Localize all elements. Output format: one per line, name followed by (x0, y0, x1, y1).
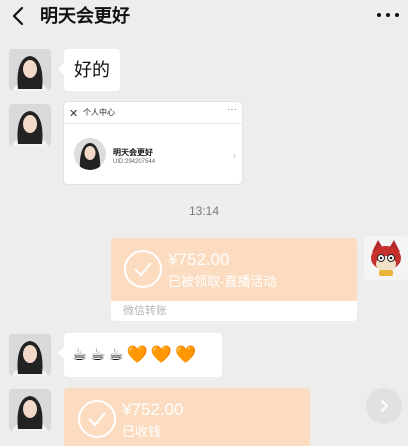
coffee-emoji: ☕ (72, 345, 89, 364)
check-circle-icon (124, 250, 162, 288)
chevron-left-icon (12, 6, 24, 26)
back-button[interactable] (8, 5, 30, 27)
transfer-amount: ¥752.00 (168, 250, 230, 269)
transfer-card[interactable]: ¥752.00 已被领取-直播活动 微信转账 (111, 238, 357, 321)
transfer-footer: 微信转账 (111, 301, 357, 321)
transfer-card[interactable]: ¥752.00 已收钱 (64, 388, 310, 446)
transfer-status: 已收钱 (122, 424, 162, 439)
chevron-right-icon (381, 400, 389, 412)
more-icon: ··· (227, 105, 237, 114)
more-options-button[interactable] (374, 4, 402, 26)
card-avatar (74, 138, 106, 170)
timestamp: 13:14 (188, 204, 220, 218)
close-icon: ✕ (69, 108, 79, 120)
heart-emoji: 🧡 (150, 345, 174, 364)
chat-title: 明天会更好 (40, 6, 130, 26)
avatar[interactable] (9, 49, 51, 91)
avatar[interactable] (9, 104, 51, 146)
card-name: 明天会更好 (113, 148, 153, 157)
coffee-emoji: ☕ (108, 345, 125, 364)
card-titlebar: ✕ 个人中心 ··· (64, 102, 242, 124)
card-uid: UID:294207544 (113, 159, 156, 165)
avatar[interactable] (9, 389, 51, 431)
transfer-amount: ¥752.00 (122, 400, 184, 419)
coffee-emoji: ☕ (90, 345, 107, 364)
chat-header: 明天会更好 (0, 0, 408, 33)
card-title: 个人中心 (83, 108, 115, 117)
chevron-right-icon: › (233, 150, 236, 160)
heart-emoji: 🧡 (126, 345, 149, 364)
forward-button[interactable] (366, 388, 402, 424)
heart-emoji: 🧡 (175, 345, 198, 364)
chat-screen: 明天会更好 好的 ✕ 个人中心 ··· 明天会更好 UID:294207544 … (0, 0, 408, 446)
self-avatar[interactable] (364, 236, 408, 280)
message-bubble[interactable]: ☕ ☕ ☕ 🧡 🧡 🧡 (58, 333, 222, 377)
message-bubble[interactable]: 好的 (58, 49, 120, 91)
avatar[interactable] (9, 334, 51, 376)
more-dots-icon (377, 13, 381, 17)
transfer-status: 已被领取-直播活动 (168, 274, 277, 289)
check-circle-icon (78, 400, 116, 438)
profile-card-message[interactable]: ✕ 个人中心 ··· 明天会更好 UID:294207544 › (64, 102, 242, 184)
message-text: 好的 (74, 60, 110, 80)
